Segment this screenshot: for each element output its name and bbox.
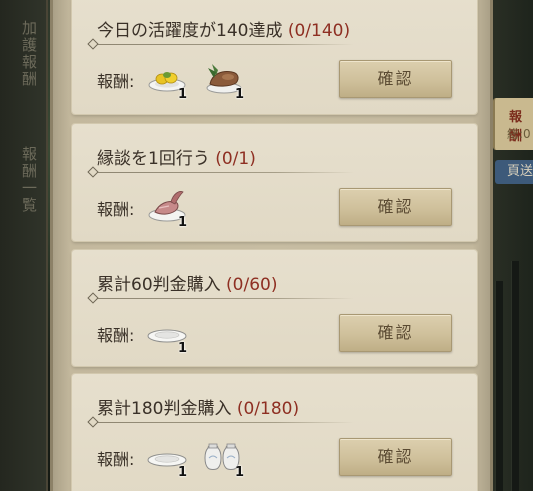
quest-panel: 今日の活躍度が140達成 (0/140) 報酬: 1 1 確認 縁談を1回行う … bbox=[50, 0, 493, 491]
reward-summary-card[interactable]: 報酬 総:0 bbox=[493, 98, 533, 150]
reward-quantity: 1 bbox=[177, 341, 187, 356]
confirm-button[interactable]: 確認 bbox=[339, 60, 452, 98]
reward-label: 報酬: bbox=[97, 450, 135, 469]
quest-title: 累計180判金購入 (0/180) bbox=[97, 394, 299, 419]
quest-title-text: 今日の活躍度が140達成 bbox=[97, 21, 283, 41]
side-tab-strip: 加護報酬 報酬一覧 bbox=[0, 0, 48, 491]
quest-progress: (0/180) bbox=[236, 399, 300, 419]
quest-card: 累計180判金購入 (0/180) 報酬: 1 1 確認 bbox=[72, 374, 477, 491]
quest-title: 累計60判金購入 (0/60) bbox=[97, 270, 278, 295]
reward-quantity: 1 bbox=[234, 87, 244, 102]
confirm-button[interactable]: 確認 bbox=[339, 438, 452, 476]
divider-line bbox=[92, 298, 354, 299]
quest-card: 累計60判金購入 (0/60) 報酬: 1 確認 bbox=[72, 250, 477, 366]
fish-dish-icon[interactable]: 1 bbox=[145, 184, 189, 230]
quest-title: 縁談を1回行う (0/1) bbox=[97, 144, 256, 169]
divider-line bbox=[92, 422, 354, 423]
confirm-button[interactable]: 確認 bbox=[339, 314, 452, 352]
reward-quantity: 1 bbox=[177, 465, 187, 480]
divider-line bbox=[92, 172, 354, 173]
fence-post bbox=[511, 261, 519, 491]
porcelain-jars-icon[interactable]: 1 bbox=[202, 434, 246, 480]
reward-quantity: 1 bbox=[177, 215, 187, 230]
fence-post bbox=[495, 281, 503, 491]
quest-title-text: 累計180判金購入 bbox=[97, 399, 232, 419]
reward-label: 報酬: bbox=[97, 326, 135, 345]
reward-label: 報酬: bbox=[97, 72, 135, 91]
empty-plate-icon[interactable]: 1 bbox=[145, 310, 189, 356]
reward-quantity: 1 bbox=[234, 465, 244, 480]
side-tab-reward-list[interactable]: 報酬一覧 bbox=[10, 140, 38, 220]
quest-card: 今日の活躍度が140達成 (0/140) 報酬: 1 1 確認 bbox=[72, 0, 477, 114]
roast-duck-icon[interactable]: 1 bbox=[202, 56, 246, 102]
quest-title-text: 累計60判金購入 bbox=[97, 275, 221, 295]
right-side-button[interactable]: 頁送 bbox=[495, 160, 533, 184]
quest-title-text: 縁談を1回行う bbox=[97, 149, 210, 169]
quest-progress: (0/1) bbox=[215, 149, 256, 169]
quest-progress: (0/140) bbox=[287, 21, 351, 41]
quest-title: 今日の活躍度が140達成 (0/140) bbox=[97, 16, 350, 41]
side-tab-bonus[interactable]: 加護報酬 bbox=[10, 6, 38, 101]
reward-summary-sub: 総:0 bbox=[507, 127, 531, 141]
reward-quantity: 1 bbox=[177, 87, 187, 102]
confirm-button[interactable]: 確認 bbox=[339, 188, 452, 226]
quest-card: 縁談を1回行う (0/1) 報酬: 1 確認 bbox=[72, 124, 477, 241]
right-background-strip bbox=[491, 0, 533, 491]
empty-plate-icon[interactable]: 1 bbox=[145, 434, 189, 480]
reward-label: 報酬: bbox=[97, 200, 135, 219]
quest-progress: (0/60) bbox=[226, 275, 278, 295]
lemon-plate-icon[interactable]: 1 bbox=[145, 56, 189, 102]
divider-line bbox=[92, 44, 354, 45]
